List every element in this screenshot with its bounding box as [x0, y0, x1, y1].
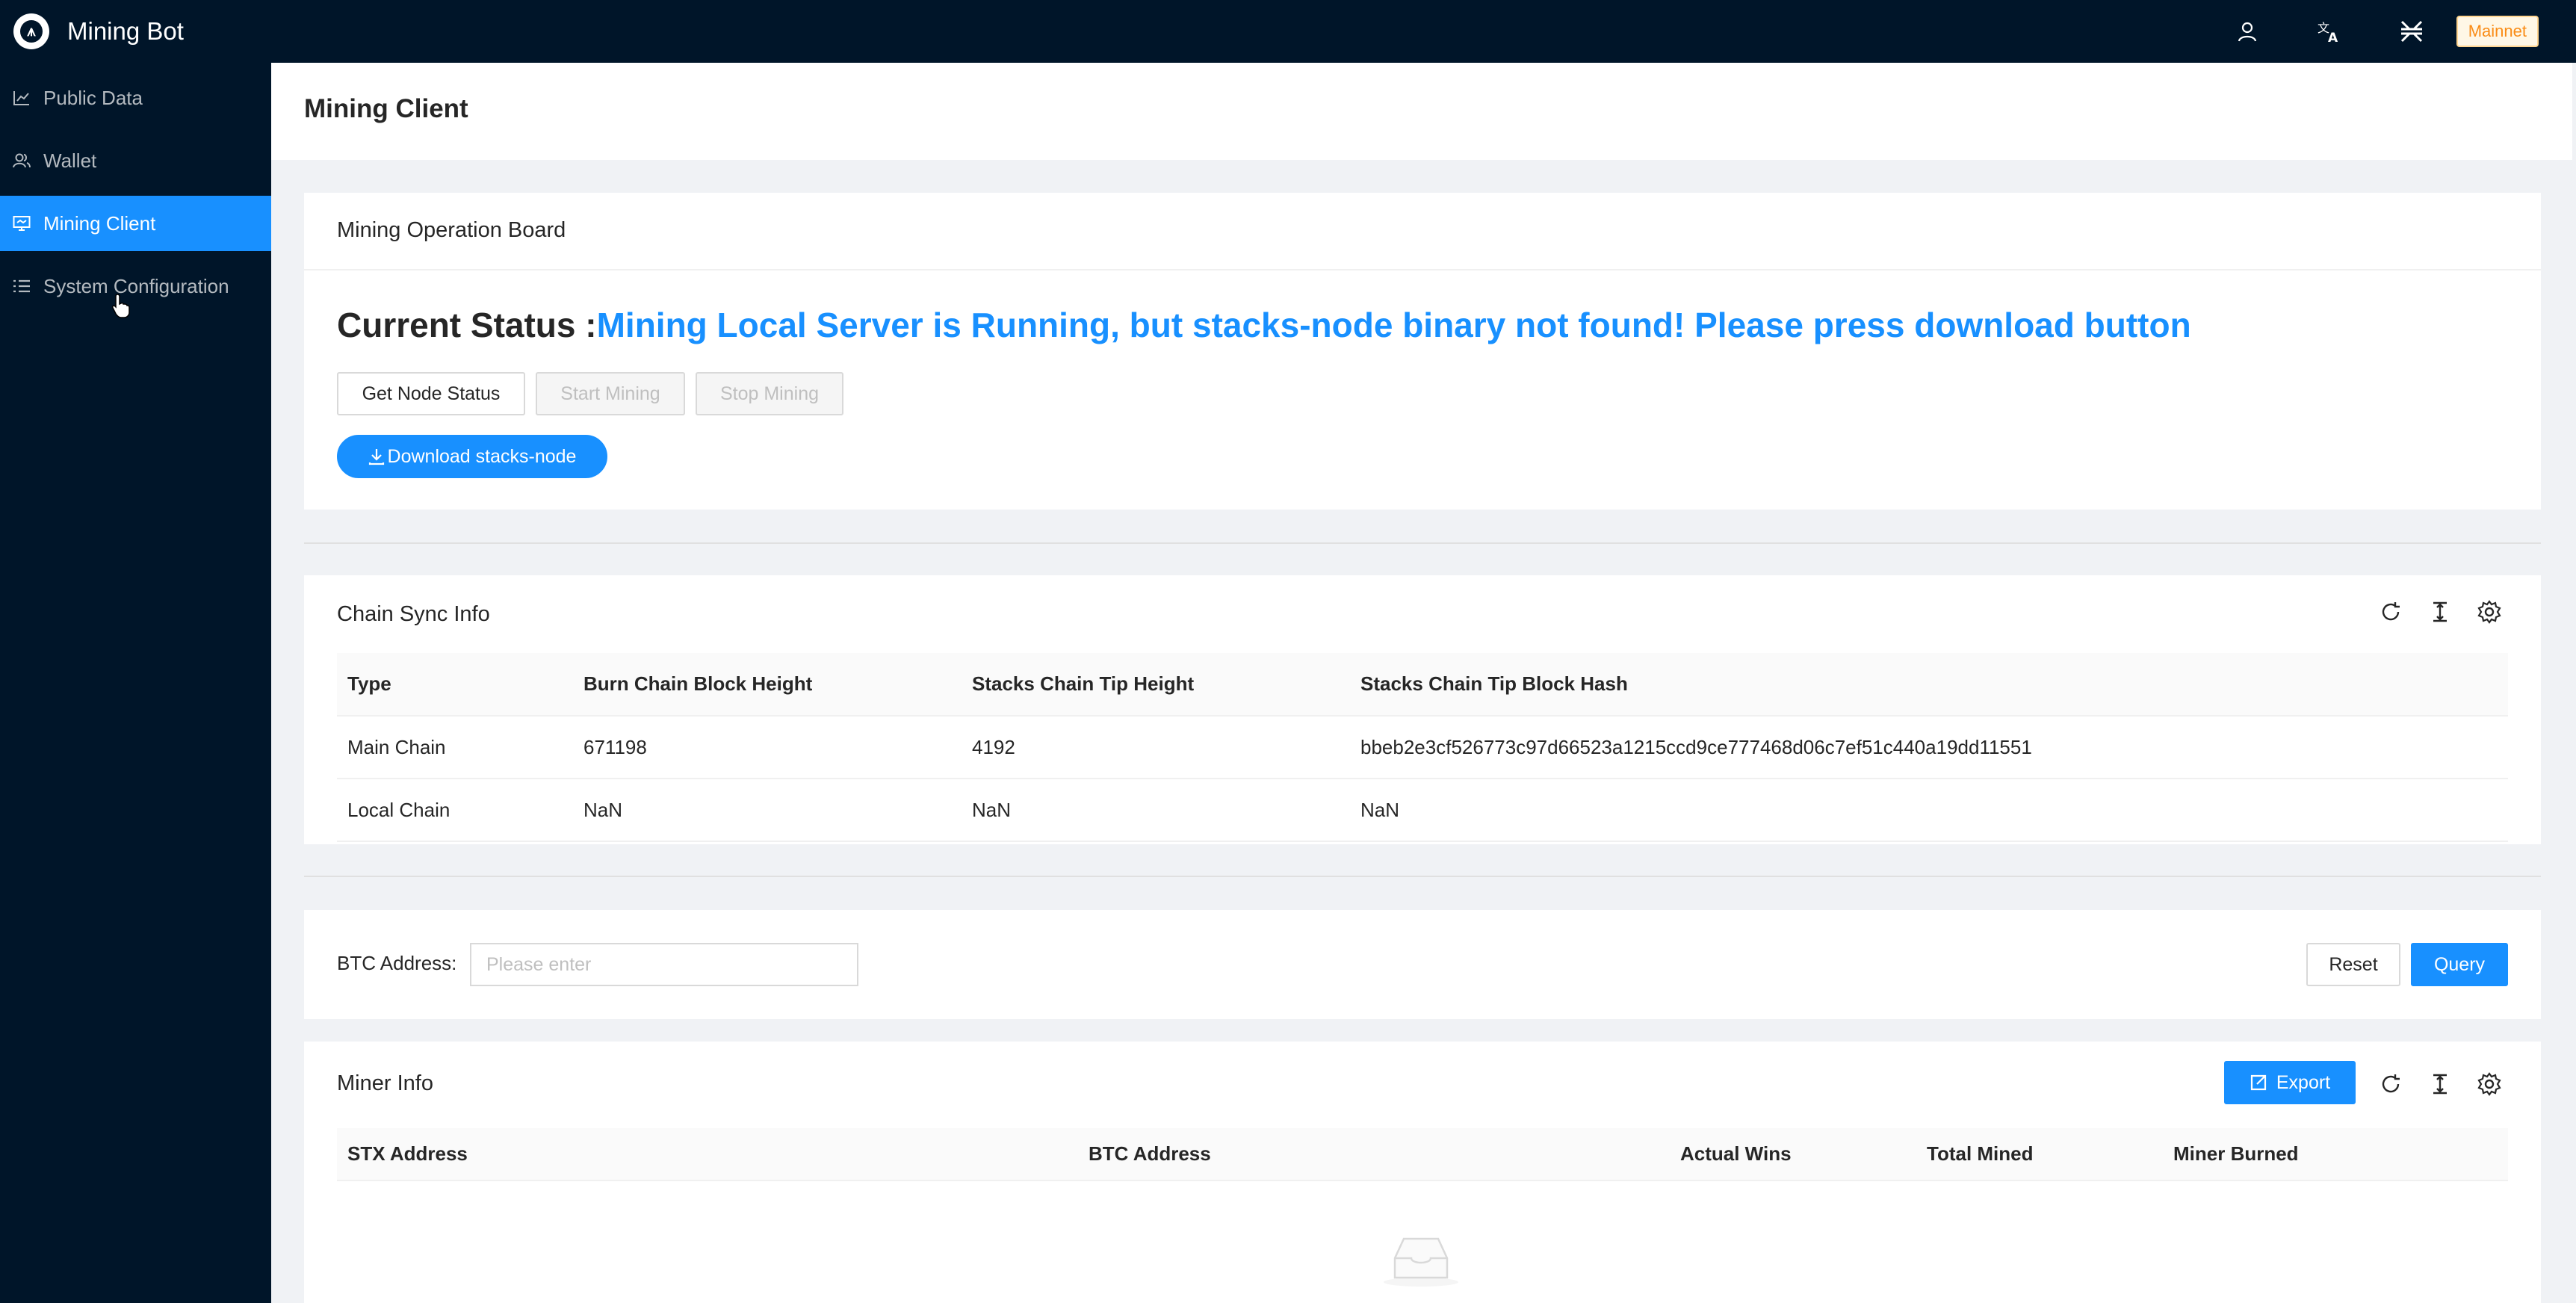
miner-info-title: Miner Info [337, 1071, 433, 1095]
svg-text:A: A [2328, 31, 2338, 43]
list-icon [12, 276, 31, 296]
table-cell: bbeb2e3cf526773c97d66523a1215ccd9ce77746… [1350, 716, 2508, 779]
sidebar-item-label: Wallet [43, 149, 97, 172]
sidebar-item-label: Public Data [43, 86, 143, 109]
chain-sync-info-card: Chain Sync Info Type Burn Chain Block He… [304, 575, 2541, 844]
column-header: Total Mined [1916, 1128, 2163, 1181]
network-badge[interactable]: Mainnet [2456, 16, 2539, 47]
sidebar-item-mining-client[interactable]: Mining Client [0, 196, 271, 251]
export-label: Export [2276, 1071, 2331, 1093]
chain-sync-table: Type Burn Chain Block Height Stacks Chai… [337, 653, 2508, 842]
page-title: Mining Client [304, 94, 468, 123]
table-cell: NaN [573, 779, 962, 842]
table-header-row: STX Address BTC Address Actual Wins Tota… [337, 1128, 2508, 1181]
query-button[interactable]: Query [2411, 943, 2508, 986]
column-header: Stacks Chain Tip Height [962, 653, 1350, 717]
export-button[interactable]: Export [2224, 1061, 2356, 1104]
miner-info-card: Miner Info Export STX Address BTC Addres… [304, 1042, 2541, 1303]
current-status: Current Status :Mining Local Server is R… [337, 305, 2191, 345]
download-icon [368, 449, 384, 465]
page-header: Mining Client [271, 63, 2572, 160]
table-header-row: Type Burn Chain Block Height Stacks Chai… [337, 653, 2508, 717]
download-stacks-node-button[interactable]: Download stacks-node [337, 435, 607, 478]
get-node-status-button[interactable]: Get Node Status [337, 372, 525, 415]
translate-icon[interactable]: 文A [2315, 16, 2344, 46]
mouse-cursor-icon [112, 293, 130, 322]
sidebar-item-label: System Configuration [43, 274, 229, 297]
table-cell: Main Chain [337, 716, 573, 779]
sidebar-item-system-configuration[interactable]: System Configuration [0, 259, 271, 314]
column-header: Miner Burned [2163, 1128, 2508, 1181]
start-mining-button[interactable]: Start Mining [536, 372, 685, 415]
board-divider [304, 269, 2541, 270]
table-cell: Local Chain [337, 779, 573, 842]
chart-line-icon [12, 88, 31, 108]
table-cell: NaN [1350, 779, 2508, 842]
empty-inbox-icon [1380, 1228, 1462, 1292]
column-header: Burn Chain Block Height [573, 653, 962, 717]
download-label: Download stacks-node [387, 445, 577, 467]
table-cell: NaN [962, 779, 1350, 842]
sidebar-item-public-data[interactable]: Public Data [0, 70, 271, 126]
reload-icon[interactable] [2378, 599, 2403, 625]
stop-mining-button[interactable]: Stop Mining [696, 372, 843, 415]
column-height-icon[interactable] [2427, 599, 2453, 625]
top-header: ⩚ Mining Bot 文A Mainnet [0, 0, 2576, 63]
miner-info-table: STX Address BTC Address Actual Wins Tota… [337, 1128, 2508, 1181]
export-icon [2250, 1074, 2266, 1091]
sidebar-item-wallet[interactable]: Wallet [0, 133, 271, 188]
chain-sync-title: Chain Sync Info [337, 602, 490, 626]
table-row: Local Chain NaN NaN NaN [337, 779, 2508, 842]
column-header: BTC Address [1078, 1128, 1670, 1181]
btc-address-input[interactable] [470, 943, 858, 986]
mining-operation-board: Mining Operation Board Current Status :M… [304, 193, 2541, 510]
sidebar-item-label: Mining Client [43, 211, 156, 235]
btc-address-label: BTC Address: [337, 952, 457, 974]
reset-button[interactable]: Reset [2306, 943, 2400, 986]
sidebar: Public Data Wallet Mining Client System … [0, 63, 271, 1303]
search-form: BTC Address: Reset Query [304, 910, 2541, 1019]
column-header: Type [337, 653, 573, 717]
column-height-icon[interactable] [2427, 1071, 2453, 1097]
stacks-logo-icon[interactable] [2397, 16, 2427, 46]
setting-icon[interactable] [2477, 1071, 2502, 1097]
table-row: Main Chain 671198 4192 bbeb2e3cf526773c9… [337, 716, 2508, 779]
app-logo[interactable]: ⩚ [13, 13, 49, 49]
section-divider [304, 542, 2541, 544]
app-title: Mining Bot [67, 17, 184, 45]
table-cell: 4192 [962, 716, 1350, 779]
setting-icon[interactable] [2477, 599, 2502, 625]
desktop-icon [12, 214, 31, 233]
user-group-icon [12, 151, 31, 170]
reload-icon[interactable] [2378, 1071, 2403, 1097]
status-value: Mining Local Server is Running, but stac… [596, 306, 2191, 344]
btc-address-label-text: BTC Address [337, 952, 452, 974]
board-title: Mining Operation Board [337, 218, 566, 242]
status-label: Current Status : [337, 306, 597, 344]
column-header: STX Address [337, 1128, 1078, 1181]
column-header: Stacks Chain Tip Block Hash [1350, 653, 2508, 717]
logo-glyph: ⩚ [20, 20, 43, 43]
column-header: Actual Wins [1670, 1128, 1916, 1181]
section-divider [304, 876, 2541, 877]
header-actions: 文A Mainnet [2180, 0, 2539, 63]
user-icon[interactable] [2232, 16, 2262, 46]
table-cell: 671198 [573, 716, 962, 779]
